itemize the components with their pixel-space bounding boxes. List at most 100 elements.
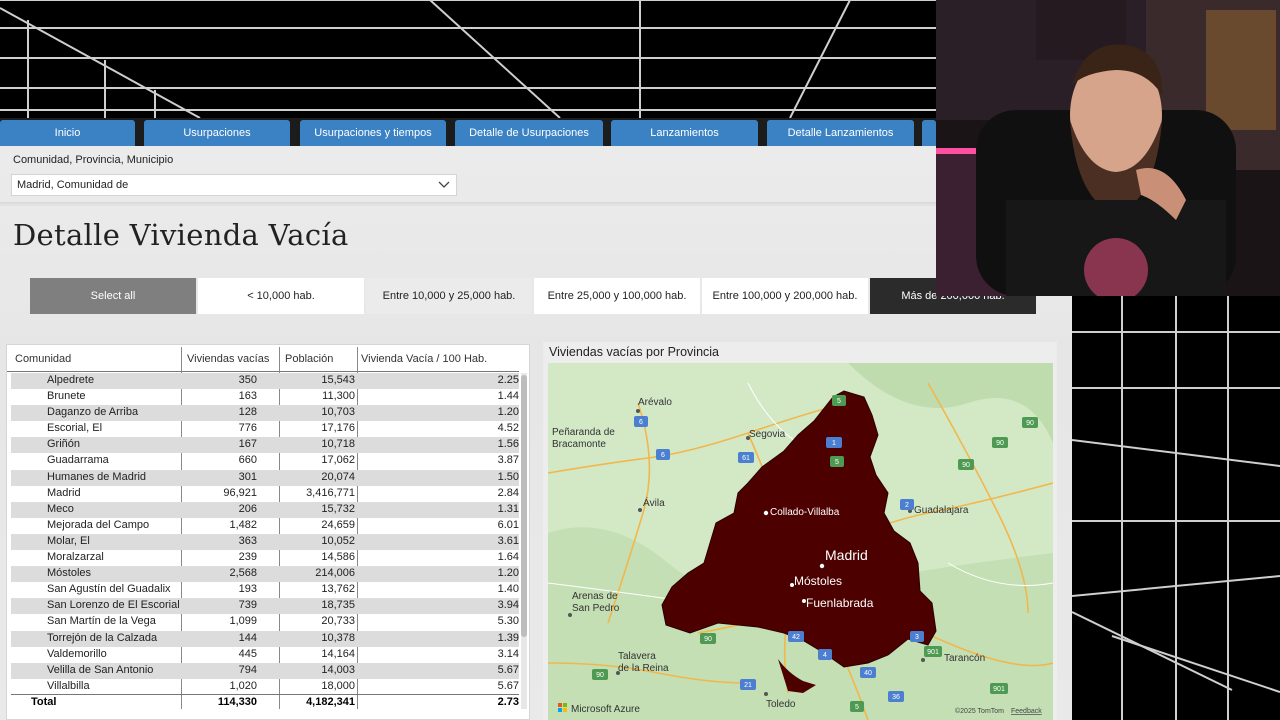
col-header-comunidad[interactable]: Comunidad [15, 353, 71, 365]
map-label-arenas-2: San Pedro [572, 603, 620, 614]
tab-detalle-usurpaciones[interactable]: Detalle de Usurpaciones [455, 120, 603, 146]
tab-detalle-lanzamientos[interactable]: Detalle Lanzamientos [767, 120, 914, 146]
tab-usurpaciones-tiempos[interactable]: Usurpaciones y tiempos [300, 120, 446, 146]
cell-poblacion: 3,416,771 [306, 486, 355, 499]
map-feedback-link[interactable]: Feedback [1011, 708, 1042, 715]
table-row[interactable]: Alpedrete 350 15,543 2.25 [11, 373, 519, 390]
cell-ratio: 1.20 [497, 406, 519, 419]
table-row[interactable]: Velilla de San Antonio 794 14,003 5.67 [11, 662, 519, 679]
table-row[interactable]: Guadarrama 660 17,062 3.87 [11, 453, 519, 469]
map-label-guadalajara: Guadalajara [914, 505, 969, 516]
cell-viviendas: 144 [238, 631, 257, 644]
cell-poblacion: 17,176 [321, 422, 355, 435]
cell-municipio: Meco [47, 502, 74, 515]
cell-poblacion: 20,074 [321, 470, 355, 483]
segment-10000-25000[interactable]: Entre 10,000 y 25,000 hab. [366, 278, 532, 314]
total-ratio: 2.73 [497, 696, 519, 708]
table-row[interactable]: Valdemorillo 445 14,164 3.14 [11, 647, 519, 663]
cell-municipio: Moralzarzal [47, 551, 104, 564]
cell-viviendas: 445 [238, 647, 257, 660]
grid-lines-right [1071, 296, 1280, 720]
road-shield: 1 [832, 440, 836, 447]
table-row[interactable]: Meco 206 15,732 1.31 [11, 501, 519, 518]
table-scrollbar-thumb[interactable] [521, 375, 527, 637]
road-shield: 2 [905, 502, 909, 509]
table-row[interactable]: Torrejón de la Calzada 144 10,378 1.39 [11, 630, 519, 647]
cell-ratio: 1.44 [497, 390, 519, 403]
cell-ratio: 2.84 [497, 486, 519, 499]
table-row[interactable]: San Agustín del Guadalix 193 13,762 1.40 [11, 582, 519, 598]
tab-inicio[interactable]: Inicio [0, 120, 135, 146]
map-canvas[interactable]: Arévalo Peñaranda de Bracamonte Segovia … [548, 363, 1053, 720]
cell-poblacion: 15,543 [321, 374, 355, 386]
cell-poblacion: 214,006 [315, 567, 355, 580]
cell-viviendas: 739 [238, 599, 257, 612]
map-label-talavera-1: Talavera [618, 651, 656, 662]
cell-poblacion: 15,732 [321, 502, 355, 515]
cell-municipio: Guadarrama [47, 454, 109, 467]
table-row[interactable]: Mejorada del Campo 1,482 24,659 6.01 [11, 518, 519, 534]
table-row[interactable]: Molar, El 363 10,052 3.61 [11, 533, 519, 551]
segment-select-all[interactable]: Select all [30, 278, 196, 314]
cell-viviendas: 163 [238, 390, 257, 403]
table-row[interactable]: Villalbilla 1,020 18,000 5.67 [11, 679, 519, 695]
tab-lanzamientos[interactable]: Lanzamientos [611, 120, 758, 146]
road-shield: 90 [1026, 420, 1034, 427]
col-header-ratio[interactable]: Vivienda Vacía / 100 Hab. [361, 353, 487, 365]
cell-municipio: Móstoles [47, 567, 92, 580]
road-shield: 901 [927, 649, 939, 656]
segment-25000-100000[interactable]: Entre 25,000 y 100,000 hab. [534, 278, 700, 314]
road-shield: 6 [661, 452, 665, 459]
page-tabs: Inicio Usurpaciones Usurpaciones y tiemp… [0, 118, 936, 146]
cell-municipio: Molar, El [47, 534, 90, 547]
table-row[interactable]: Moralzarzal 239 14,586 1.64 [11, 550, 519, 566]
cell-viviendas: 193 [238, 583, 257, 596]
cell-viviendas: 239 [238, 551, 257, 564]
table-row[interactable]: San Martín de la Vega 1,099 20,733 5.30 [11, 614, 519, 630]
table-row[interactable]: San Lorenzo de El Escorial 739 18,735 3.94 [11, 598, 519, 615]
cell-ratio: 3.14 [497, 647, 519, 660]
road-shield: 90 [962, 462, 970, 469]
cell-poblacion: 17,062 [321, 454, 355, 467]
map-svg[interactable]: Arévalo Peñaranda de Bracamonte Segovia … [548, 363, 1053, 720]
road-shield: 5 [855, 704, 859, 711]
cell-poblacion: 14,164 [321, 647, 355, 660]
municipios-table: Comunidad Viviendas vacías Población Viv… [6, 344, 530, 720]
map-label-mostoles: Móstoles [794, 574, 842, 588]
cell-ratio: 1.20 [497, 567, 519, 580]
road-shield: 6 [639, 419, 643, 426]
table-row[interactable]: Madrid 96,921 3,416,771 2.84 [11, 486, 519, 502]
table-row[interactable]: Humanes de Madrid 301 20,074 1.50 [11, 469, 519, 486]
table-row[interactable]: Móstoles 2,568 214,006 1.20 [11, 566, 519, 583]
header-divider [0, 202, 936, 208]
segment-lt-10000[interactable]: < 10,000 hab. [198, 278, 364, 314]
cell-municipio: Villalbilla [47, 679, 90, 692]
map-label-fuenlabrada: Fuenlabrada [806, 596, 874, 610]
table-row[interactable]: Brunete 163 11,300 1.44 [11, 389, 519, 405]
cell-municipio: Torrejón de la Calzada [47, 631, 158, 644]
table-row[interactable]: Daganzo de Arriba 128 10,703 1.20 [11, 405, 519, 422]
page-title: Detalle Vivienda Vacía [13, 218, 349, 252]
segment-100000-200000[interactable]: Entre 100,000 y 200,000 hab. [702, 278, 868, 314]
tab-usurpaciones[interactable]: Usurpaciones [144, 120, 290, 146]
region-dropdown[interactable]: Madrid, Comunidad de [11, 174, 457, 196]
col-header-viviendas[interactable]: Viviendas vacías [187, 353, 269, 365]
cell-poblacion: 14,586 [321, 551, 355, 564]
table-row[interactable]: Griñón 167 10,718 1.56 [11, 437, 519, 454]
table-total-row: Total 114,330 4,182,341 2.73 [11, 694, 519, 712]
map-label-collado: Collado-Villalba [770, 507, 840, 518]
cell-poblacion: 24,659 [321, 518, 355, 531]
total-label: Total [31, 696, 57, 708]
cell-viviendas: 363 [238, 534, 257, 547]
col-header-poblacion[interactable]: Población [285, 353, 333, 365]
cell-municipio: Valdemorillo [47, 647, 107, 660]
cell-poblacion: 11,300 [322, 390, 355, 403]
map-label-penaranda: Peñaranda de [552, 427, 615, 438]
map-label-tarancon: Tarancón [944, 653, 985, 664]
cell-poblacion: 10,718 [321, 438, 355, 451]
cell-municipio: San Agustín del Guadalix [47, 583, 171, 596]
tab-overflow[interactable] [922, 120, 936, 146]
cell-ratio: 5.67 [497, 663, 519, 676]
table-row[interactable]: Escorial, El 776 17,176 4.52 [11, 421, 519, 437]
cell-municipio: Daganzo de Arriba [47, 406, 139, 419]
